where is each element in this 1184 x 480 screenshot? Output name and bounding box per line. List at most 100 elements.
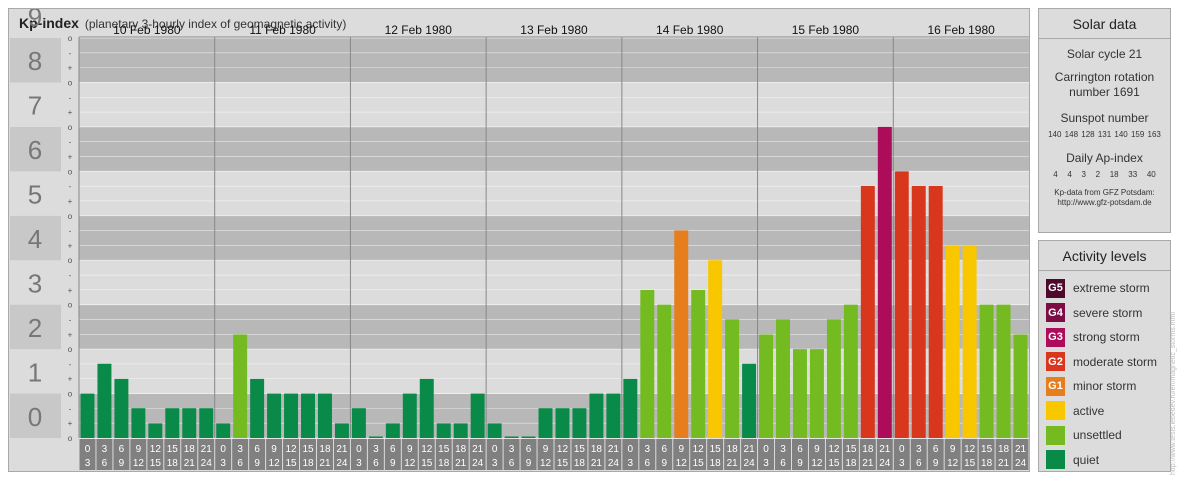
hour-end-label: 12	[540, 458, 552, 469]
kp-bar	[674, 230, 689, 438]
activity-level-swatch: G1	[1046, 376, 1065, 396]
ytick-minor-mark: +	[68, 375, 73, 384]
activity-level-label: moderate storm	[1073, 354, 1158, 369]
hour-start-label: 6	[933, 444, 939, 455]
ytick-minor-mark: o	[68, 34, 73, 43]
kp-bar	[725, 319, 740, 438]
hour-end-label: 18	[981, 458, 993, 469]
kp-bar	[385, 423, 400, 438]
hour-end-label: 21	[319, 458, 331, 469]
kp-chart-panel: Kp-index (planetary 3-hourly index of geo…	[8, 8, 1030, 472]
hour-end-label: 24	[744, 458, 756, 469]
hour-end-label: 9	[390, 458, 396, 469]
hour-end-label: 21	[455, 458, 467, 469]
ytick-minor-mark: o	[68, 123, 73, 132]
hour-start-label: 21	[879, 444, 891, 455]
hour-start-label: 15	[845, 444, 857, 455]
kp-bar	[793, 349, 807, 438]
hour-start-label: 18	[184, 444, 196, 455]
solar-cycle: Solar cycle 21	[1066, 47, 1143, 61]
hour-start-label: 21	[336, 444, 348, 455]
ytick-label: 8	[28, 46, 42, 76]
kp-bar	[114, 378, 129, 438]
date-label: 13 Feb 1980	[520, 23, 588, 37]
kp-bar	[860, 186, 875, 438]
kp-band	[79, 82, 1029, 127]
hour-start-label: 9	[678, 444, 684, 455]
kp-bar	[979, 304, 994, 438]
activity-level-label: unsettled	[1073, 428, 1122, 443]
hour-start-label: 12	[150, 444, 162, 455]
ytick-minor-mark: o	[68, 434, 73, 443]
ap-index-label: Daily Ap-index	[1066, 151, 1143, 165]
activity-level-swatch: G3	[1046, 327, 1065, 347]
ytick-minor-mark: o	[68, 345, 73, 354]
hour-start-label: 12	[557, 444, 569, 455]
hour-end-label: 15	[557, 458, 569, 469]
kp-bar	[419, 378, 434, 438]
hour-start-label: 15	[710, 444, 722, 455]
hour-start-label: 15	[574, 444, 586, 455]
hour-end-label: 15	[828, 458, 840, 469]
hour-start-label: 21	[201, 444, 213, 455]
hour-end-label: 6	[373, 458, 379, 469]
hour-start-label: 3	[237, 444, 243, 455]
ytick-minor-mark: +	[68, 153, 73, 162]
kp-bar	[945, 245, 960, 438]
hour-end-label: 6	[102, 458, 108, 469]
activity-levels-legend: G5 extreme storm G4 severe storm G3 strong st…	[1039, 271, 1170, 472]
hour-end-label: 24	[879, 458, 891, 469]
hour-start-label: 21	[744, 444, 756, 455]
activity-level-item: G3 strong storm	[1039, 325, 1170, 350]
hour-end-label: 12	[676, 458, 688, 469]
hour-end-label: 21	[998, 458, 1010, 469]
hour-start-label: 12	[964, 444, 976, 455]
ytick-minor-mark: o	[68, 390, 73, 399]
hour-end-label: 3	[220, 458, 226, 469]
hour-start-label: 21	[608, 444, 620, 455]
hour-start-label: 3	[780, 444, 786, 455]
kp-bar-chart: 10 Feb 1980 11 Feb 1980 12 Feb 1980 13 Feb …	[10, 9, 1029, 470]
hour-end-label: 15	[150, 458, 162, 469]
hour-start-label: 18	[862, 444, 874, 455]
activity-level-item: G4 severe storm	[1039, 301, 1170, 326]
hour-end-label: 15	[693, 458, 705, 469]
hour-end-label: 18	[302, 458, 314, 469]
kp-bar	[368, 436, 383, 438]
activity-level-swatch	[1046, 425, 1065, 445]
kp-bar	[911, 186, 926, 438]
ytick-minor-mark: -	[69, 360, 72, 369]
ytick-minor-mark: +	[68, 286, 73, 295]
ytick-minor-mark: -	[69, 182, 72, 191]
activity-level-item: G2 moderate storm	[1039, 350, 1170, 375]
kp-bar	[521, 436, 536, 438]
kp-bar	[623, 378, 638, 438]
ytick-label: 7	[28, 91, 42, 121]
ytick-minor-mark: +	[68, 419, 73, 428]
hour-start-label: 21	[1015, 444, 1027, 455]
hour-start-label: 0	[628, 444, 634, 455]
ytick-minor-mark: -	[69, 315, 72, 324]
activity-level-swatch: G5	[1046, 278, 1065, 298]
kp-bar	[250, 378, 265, 438]
hour-end-label: 9	[933, 458, 939, 469]
kp-bar	[436, 423, 451, 438]
hour-end-label: 18	[845, 458, 857, 469]
hour-start-label: 3	[916, 444, 922, 455]
activity-level-swatch	[1046, 401, 1065, 421]
date-label: 15 Feb 1980	[792, 23, 860, 37]
hour-start-label: 15	[981, 444, 993, 455]
hour-end-label: 3	[492, 458, 498, 469]
ytick-minor-mark: o	[68, 256, 73, 265]
hour-start-label: 3	[645, 444, 651, 455]
hour-end-label: 3	[85, 458, 91, 469]
kp-bar	[334, 423, 349, 438]
hour-end-label: 6	[916, 458, 922, 469]
source-watermark: http://www.tesis.lebedev.ru/en/magnetic_…	[1170, 312, 1177, 475]
solar-data-heading: Solar data	[1039, 9, 1170, 39]
hour-end-label: 18	[574, 458, 586, 469]
hour-start-label: 0	[899, 444, 905, 455]
activity-level-label: active	[1073, 403, 1105, 418]
ytick-minor-mark: o	[68, 167, 73, 176]
hour-start-label: 18	[319, 444, 331, 455]
